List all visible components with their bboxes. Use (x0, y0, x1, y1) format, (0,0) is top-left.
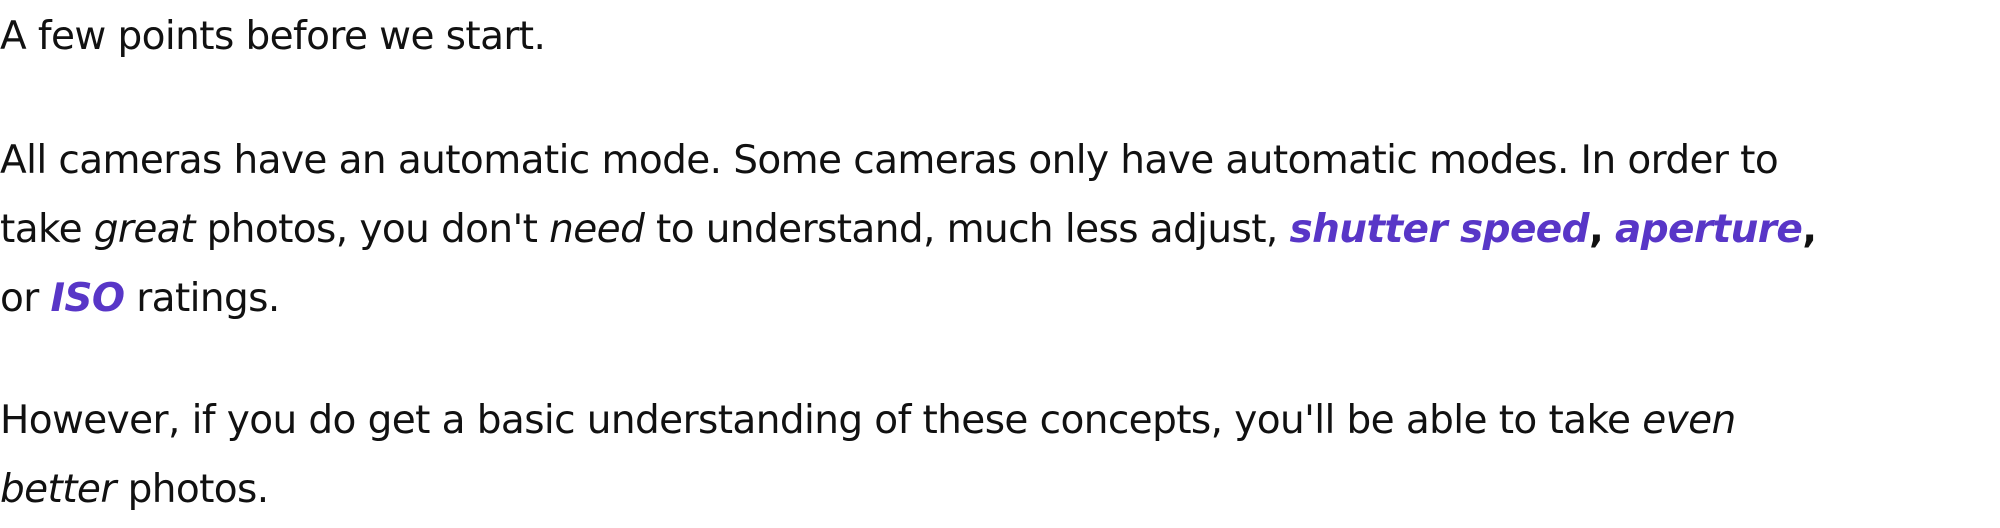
text-understand: to understand, much less adjust, (644, 207, 1290, 252)
cameras-line-1: All cameras have an automatic mode. Some… (0, 138, 1779, 183)
cameras-paragraph: All cameras have an automatic mode. Some… (0, 126, 1985, 333)
comma: , (1588, 207, 1604, 252)
however-line-1: However, if you do get a basic understan… (0, 386, 1985, 455)
text-photos-end: photos. (115, 467, 270, 512)
intro-text: A few points before we start. (0, 14, 546, 59)
emphasis-even: even (1642, 398, 1736, 443)
emphasis-great: great (93, 207, 196, 252)
term-link-iso[interactable]: ISO (51, 276, 126, 321)
however-line-2: better photos. (0, 455, 1985, 524)
emphasis-better: better (0, 467, 116, 512)
however-paragraph: However, if you do get a basic understan… (0, 386, 1985, 524)
text-however: However, if you do get a basic understan… (0, 398, 1643, 443)
intro-paragraph: A few points before we start. (0, 2, 546, 71)
cameras-line-2: take great photos, you don't need to und… (0, 195, 1985, 264)
term-link-shutter-speed[interactable]: shutter speed (1290, 207, 1590, 252)
text-take: take (0, 207, 94, 252)
term-link-aperture[interactable]: aperture (1615, 207, 1803, 252)
comma: , (1802, 207, 1817, 252)
emphasis-need: need (549, 207, 645, 252)
text-ratings: ratings. (124, 276, 280, 321)
text-photos: photos, you don't (194, 207, 550, 252)
cameras-line-3: or ISO ratings. (0, 264, 1985, 333)
text-or: or (0, 276, 51, 321)
